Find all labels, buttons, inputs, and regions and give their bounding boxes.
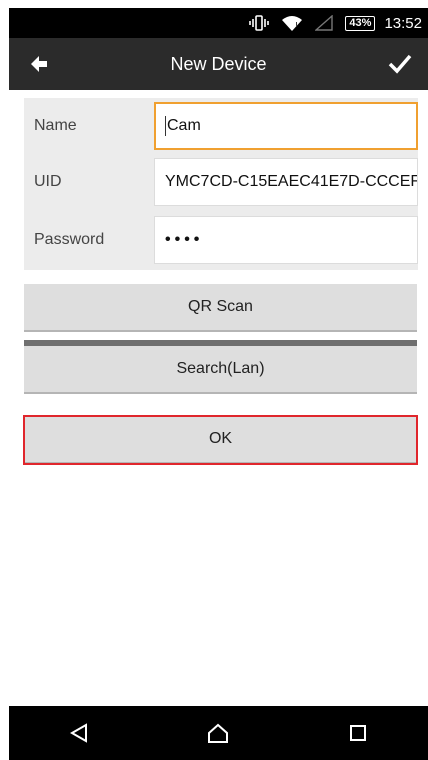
uid-field[interactable]: YMC7CD-C15EAEC41E7D-CCCEF5 [154, 158, 418, 206]
text-cursor [165, 116, 166, 136]
status-time: 13:52 [384, 14, 422, 32]
search-lan-button[interactable]: Search(Lan) [24, 346, 417, 394]
status-bar: ! 43% 13:52 [9, 8, 428, 38]
signal-icon [315, 15, 334, 31]
name-value: Cam [167, 117, 201, 134]
password-row: Password •••• [24, 216, 418, 264]
recents-nav-icon[interactable] [338, 713, 378, 753]
uid-label: UID [34, 173, 62, 190]
uid-value: YMC7CD-C15EAEC41E7D-CCCEF5 [165, 173, 418, 190]
device-form: Name Cam UID YMC7CD-C15EAEC41E7D-CCCEF5 … [24, 98, 418, 270]
uid-row: UID YMC7CD-C15EAEC41E7D-CCCEF5 [24, 158, 418, 206]
vibrate-icon [249, 15, 270, 31]
back-arrow-icon[interactable] [27, 52, 51, 76]
name-row: Name Cam [24, 102, 418, 150]
home-nav-icon[interactable] [198, 713, 238, 753]
page-title: New Device [170, 53, 267, 74]
wifi-icon: ! [281, 14, 303, 32]
password-value: •••• [165, 231, 204, 248]
back-nav-icon[interactable] [59, 713, 99, 753]
ok-button[interactable]: OK [23, 415, 418, 465]
name-field[interactable]: Cam [154, 102, 418, 150]
svg-text:!: ! [295, 21, 298, 30]
password-field[interactable]: •••• [154, 216, 418, 264]
battery-icon: 43% [345, 15, 376, 31]
navigation-bar [9, 706, 428, 760]
name-label: Name [34, 117, 77, 134]
password-label: Password [34, 231, 105, 248]
qr-scan-button[interactable]: QR Scan [24, 284, 417, 332]
app-bar: New Device [9, 38, 428, 90]
confirm-check-icon[interactable] [386, 50, 414, 78]
